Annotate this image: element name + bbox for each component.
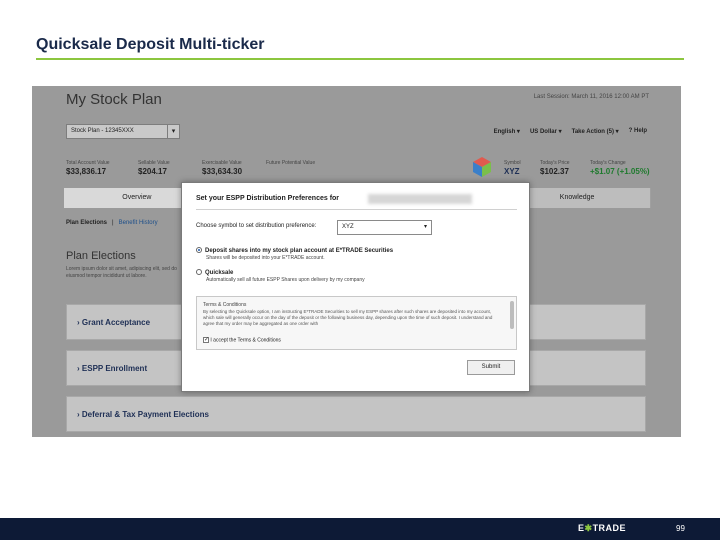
last-login-text: Last Session: March 11, 2016 12:00 AM PT (533, 94, 649, 100)
metric-label: Future Potential Value (266, 160, 316, 166)
metric-total-value: Total Account Value $33,836.17 (66, 160, 110, 176)
symbol-select[interactable]: XYZ ▾ (337, 220, 432, 235)
option-quicksale-label: Quicksale (205, 269, 234, 276)
terms-checkbox[interactable]: ✓ (203, 337, 209, 343)
title-divider (36, 58, 684, 60)
plan-select-value: Stock Plan - 12345XXX (71, 128, 134, 134)
language-menu[interactable]: English ▾ (494, 128, 520, 135)
terms-scrollbar[interactable] (510, 301, 514, 329)
chevron-down-icon: ▾ (167, 125, 179, 138)
radio-deposit[interactable] (196, 247, 202, 253)
toolbar: English ▾ US Dollar ▾ Take Action (5) ▾ … (494, 128, 647, 135)
chevron-down-icon: ▾ (423, 224, 427, 230)
metric-value: $204.17 (138, 167, 167, 176)
section-description: Lorem ipsum dolor sit amet, adipiscing e… (66, 266, 177, 279)
metric-value: $102.37 (540, 167, 569, 176)
option-quicksale[interactable]: Quicksale (196, 269, 233, 276)
metric-change: Today's Change +$1.07 (+1.05%) (590, 160, 650, 176)
symbol-value: XYZ (504, 167, 520, 176)
logo-right: TRADE (592, 523, 627, 533)
metric-label: Sellable Value (138, 160, 170, 166)
metric-value: $33,836.17 (66, 167, 107, 176)
help-link[interactable]: ? Help (629, 128, 647, 135)
terms-text: By selecting the Quicksale option, I am … (203, 309, 493, 326)
option-deposit-sub: Shares will be deposited into your E*TRA… (206, 255, 325, 261)
option-deposit-label: Deposit shares into my stock plan accoun… (205, 247, 394, 254)
subtab-plan-elections[interactable]: Plan Elections (66, 220, 107, 226)
subtabs: Plan Elections | Benefit History (66, 220, 158, 226)
metric-exercisable-value: Exercisable Value $33,634.30 (202, 160, 242, 176)
chevron-right-icon: › (77, 410, 80, 419)
terms-title: Terms & Conditions (203, 302, 247, 308)
footer-bar: E✱TRADE 99 (0, 518, 720, 540)
page-number: 99 (676, 524, 685, 533)
terms-agree-label: I accept the Terms & Conditions (210, 337, 281, 344)
terms-agree-row[interactable]: ✓ I accept the Terms & Conditions (203, 337, 281, 343)
currency-menu[interactable]: US Dollar ▾ (530, 128, 562, 135)
symbol-select-value: XYZ (342, 224, 354, 230)
app-title: My Stock Plan (66, 91, 162, 108)
metric-price: Today's Price $102.37 (540, 160, 570, 176)
espp-preferences-modal: Set your ESPP Distribution Preferences f… (181, 182, 530, 392)
accordion-label: Grant Acceptance (81, 318, 151, 327)
metric-label: Today's Change (590, 160, 626, 166)
cube-icon (473, 157, 491, 177)
accordion-label: ESPP Enrollment (81, 364, 148, 373)
chevron-right-icon: › (77, 364, 80, 373)
accordion-label: Deferral & Tax Payment Elections (81, 410, 209, 419)
redacted-plan-name (368, 194, 472, 204)
etrade-logo: E✱TRADE (578, 523, 626, 534)
terms-box: Terms & Conditions By selecting the Quic… (196, 296, 517, 350)
metric-value: $33,634.30 (202, 167, 243, 176)
metric-symbol: Symbol XYZ (504, 160, 521, 176)
take-action-menu[interactable]: Take Action (5) ▾ (572, 128, 619, 135)
symbol-label: Choose symbol to set distribution prefer… (196, 223, 317, 229)
modal-title: Set your ESPP Distribution Preferences f… (196, 195, 340, 202)
chevron-right-icon: › (77, 318, 80, 327)
modal-divider (196, 209, 517, 210)
submit-button[interactable]: Submit (467, 360, 515, 375)
metric-sellable-value: Sellable Value $204.17 (138, 160, 170, 176)
metric-value: +$1.07 (+1.05%) (590, 167, 650, 176)
radio-quicksale[interactable] (196, 269, 202, 275)
metric-label: Today's Price (540, 160, 570, 166)
metric-label: Symbol (504, 160, 521, 166)
metric-label: Exercisable Value (202, 160, 242, 166)
option-quicksale-sub: Automatically sell all future ESPP Share… (206, 277, 365, 283)
subtab-separator: | (112, 220, 114, 226)
logo-star: ✱ (584, 523, 593, 533)
accordion-deferral-tax[interactable]: › Deferral & Tax Payment Elections (66, 396, 646, 432)
metric-future-value: Future Potential Value (266, 160, 315, 167)
subtab-benefit-history[interactable]: Benefit History (119, 220, 158, 226)
option-deposit[interactable]: Deposit shares into my stock plan accoun… (196, 247, 393, 254)
section-title: Plan Elections (66, 250, 136, 262)
metric-label: Total Account Value (66, 160, 110, 166)
plan-select[interactable]: Stock Plan - 12345XXX ▾ (66, 124, 180, 139)
slide-title: Quicksale Deposit Multi-ticker (36, 36, 265, 53)
